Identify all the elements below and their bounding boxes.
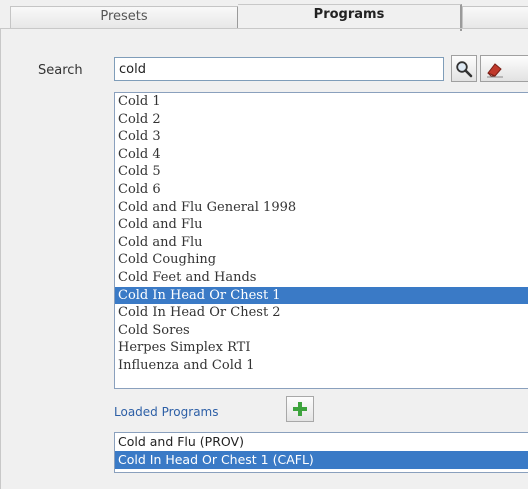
result-item[interactable]: Cold 3 bbox=[115, 128, 528, 146]
result-item[interactable]: Cold and Flu bbox=[115, 234, 528, 252]
result-item[interactable]: Cold Sores bbox=[115, 322, 528, 340]
tab-presets[interactable]: Presets bbox=[10, 6, 239, 29]
tab-programs[interactable]: Programs bbox=[238, 4, 462, 31]
result-item[interactable]: Cold 1 bbox=[115, 93, 528, 111]
result-item[interactable]: Cold In Head Or Chest 2 bbox=[115, 304, 528, 322]
result-item[interactable]: Cold and Flu General 1998 bbox=[115, 199, 528, 217]
search-button[interactable] bbox=[451, 55, 477, 82]
search-input[interactable] bbox=[114, 57, 444, 81]
result-item[interactable]: Cold 6 bbox=[115, 181, 528, 199]
loaded-programs-label: Loaded Programs bbox=[114, 405, 219, 419]
magnifier-icon bbox=[456, 60, 473, 77]
result-item[interactable]: Cold Feet and Hands bbox=[115, 269, 528, 287]
loaded-program-item[interactable]: Cold and Flu (PROV) bbox=[115, 433, 528, 451]
search-label: Search bbox=[38, 63, 83, 78]
tab-bar: Presets Programs bbox=[0, 0, 528, 31]
result-item[interactable]: Cold In Head Or Chest 1 bbox=[115, 286, 528, 305]
result-item[interactable]: Cold 5 bbox=[115, 163, 528, 181]
clear-search-button[interactable] bbox=[480, 55, 528, 82]
search-results-list[interactable]: Cold 1 Cold 2 Cold 3 Cold 4 Cold 5 Cold 6 Cold… bbox=[114, 92, 528, 389]
result-item[interactable]: Influenza and Cold 1 bbox=[115, 357, 528, 375]
result-item[interactable]: Cold 4 bbox=[115, 146, 528, 164]
eraser-icon bbox=[487, 62, 503, 77]
result-item[interactable]: Cold and Flu bbox=[115, 216, 528, 234]
result-item[interactable]: Cold Coughing bbox=[115, 251, 528, 269]
loaded-programs-list[interactable]: Cold and Flu (PROV) Cold In Head Or Chest… bbox=[114, 432, 528, 473]
result-item[interactable]: Cold 2 bbox=[115, 111, 528, 129]
add-program-button[interactable] bbox=[286, 396, 314, 422]
tab-next[interactable] bbox=[462, 6, 528, 29]
result-item[interactable]: Herpes Simplex RTI bbox=[115, 339, 528, 357]
loaded-program-item[interactable]: Cold In Head Or Chest 1 (CAFL) bbox=[115, 451, 528, 469]
plus-icon bbox=[293, 402, 307, 416]
